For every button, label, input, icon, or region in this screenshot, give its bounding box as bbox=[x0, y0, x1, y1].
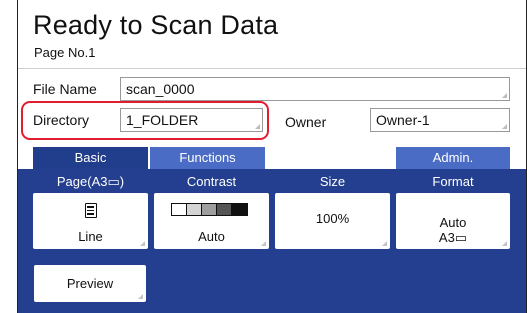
page-column-label: Page(A3▭) bbox=[56, 174, 125, 189]
document-lines-icon bbox=[84, 203, 97, 218]
format-column-label: Format bbox=[432, 174, 474, 189]
tab-basic[interactable]: Basic bbox=[33, 147, 148, 170]
page-number: Page No.1 bbox=[34, 45, 96, 60]
format-button[interactable]: Auto A3▭ bbox=[396, 193, 510, 249]
size-button[interactable]: 100% bbox=[275, 193, 390, 249]
contrast-column-label: Contrast bbox=[186, 174, 237, 189]
format-value: Auto bbox=[439, 215, 467, 230]
page-button[interactable]: Line bbox=[33, 193, 148, 249]
size-column-label: Size bbox=[319, 174, 346, 189]
contrast-value: Auto bbox=[198, 229, 225, 244]
directory-field[interactable]: 1_FOLDER bbox=[120, 108, 263, 132]
file-name-label: File Name bbox=[33, 81, 97, 97]
directory-label: Directory bbox=[33, 112, 90, 128]
tab-admin[interactable]: Admin. bbox=[396, 147, 510, 169]
contrast-scale-icon bbox=[171, 203, 248, 216]
format-size: A3▭ bbox=[438, 230, 468, 245]
size-value: 100% bbox=[315, 211, 350, 226]
owner-field[interactable]: Owner-1 bbox=[370, 108, 510, 132]
page-value: Line bbox=[78, 229, 103, 244]
tab-functions[interactable]: Functions bbox=[150, 147, 265, 169]
page-title: Ready to Scan Data bbox=[33, 10, 279, 40]
owner-label: Owner bbox=[285, 114, 327, 130]
header-divider bbox=[18, 68, 526, 69]
preview-button[interactable]: Preview bbox=[34, 265, 146, 302]
scan-screen: Ready to Scan Data Page No.1 File Name s… bbox=[17, 0, 527, 313]
contrast-button[interactable]: Auto bbox=[154, 193, 269, 249]
file-name-field[interactable]: scan_0000 bbox=[120, 77, 510, 101]
